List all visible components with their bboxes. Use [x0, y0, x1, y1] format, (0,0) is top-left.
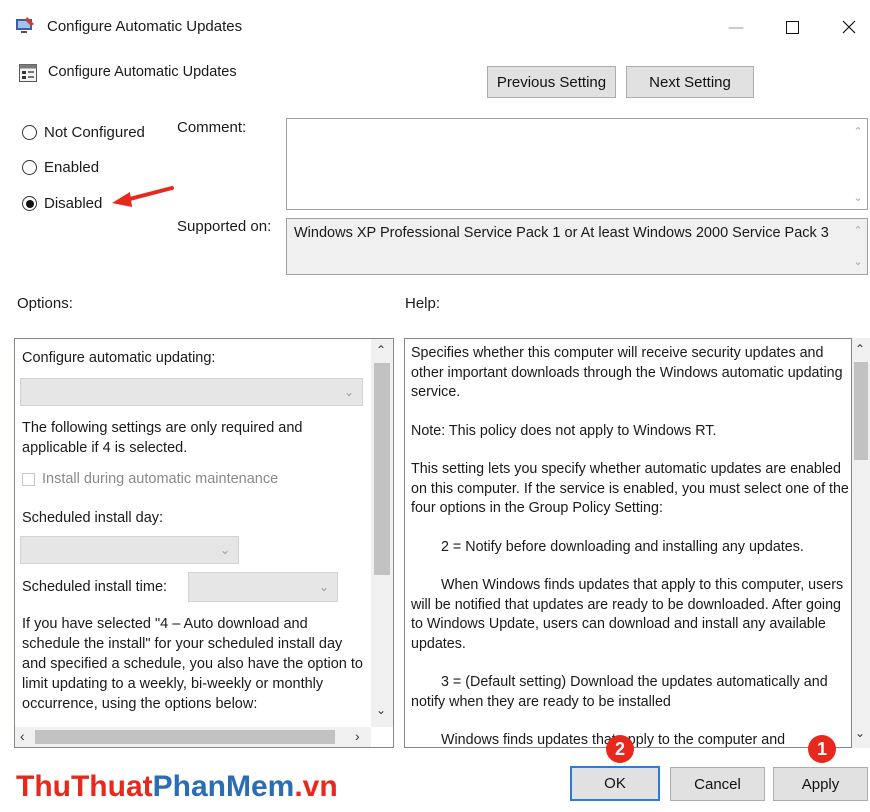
chevron-down-icon: ⌄	[219, 543, 230, 557]
radio-disabled[interactable]: Disabled	[22, 195, 102, 212]
watermark-part1: ThuThuat	[16, 770, 153, 803]
scroll-down-icon[interactable]: ⌄	[851, 191, 865, 204]
radio-circle-selected	[22, 196, 37, 211]
help-paragraph: Specifies whether this computer will rec…	[411, 345, 843, 400]
supported-field: Windows XP Professional Service Pack 1 o…	[286, 218, 868, 275]
radio-circle	[22, 160, 37, 175]
chevron-down-icon: ⌄	[343, 385, 354, 399]
help-paragraph: This setting lets you specify whether au…	[411, 461, 849, 516]
policy-icon	[18, 63, 38, 87]
help-paragraph: When Windows finds updates that apply to…	[411, 577, 844, 652]
maximize-button[interactable]	[769, 10, 815, 44]
app-icon	[14, 16, 36, 40]
help-heading: Help:	[405, 295, 441, 312]
apply-button[interactable]: Apply	[773, 767, 868, 801]
previous-setting-button[interactable]: Previous Setting	[487, 66, 616, 98]
options-vscrollbar[interactable]: ⌃ ⌄	[371, 339, 393, 727]
step-badge-apply: 1	[808, 735, 836, 763]
maintenance-checkbox-row[interactable]: Install during automatic maintenance	[22, 471, 278, 487]
maintenance-checkbox[interactable]	[22, 472, 35, 486]
radio-label: Disabled	[44, 195, 103, 212]
maintenance-label: Install during automatic maintenance	[42, 471, 279, 487]
next-setting-button[interactable]: Next Setting	[626, 66, 754, 98]
options-note: The following settings are only required…	[22, 420, 303, 456]
scroll-down-icon[interactable]: ⌄	[376, 703, 386, 717]
scroll-up-icon[interactable]: ⌃	[851, 125, 865, 138]
watermark-logo: ThuThuatPhanMem.vn	[16, 770, 338, 804]
red-arrow-icon	[106, 180, 176, 216]
options-panel: Configure automatic updating: ⌄ The foll…	[14, 338, 394, 748]
help-vscrollbar[interactable]: ⌃ ⌄	[852, 338, 870, 748]
scroll-up-icon[interactable]: ⌃	[376, 343, 386, 357]
radio-enabled[interactable]: Enabled	[22, 159, 99, 176]
comment-textarea[interactable]: ⌃ ⌄	[286, 118, 868, 210]
scroll-up-icon[interactable]: ⌃	[855, 342, 865, 356]
scroll-right-icon[interactable]: ›	[355, 728, 360, 744]
step-badge-ok: 2	[606, 735, 634, 763]
radio-not-configured[interactable]: Not Configured	[22, 124, 145, 141]
window-title: Configure Automatic Updates	[47, 18, 243, 35]
schedule-text: If you have selected "4 – Auto download …	[22, 616, 363, 712]
scroll-down-icon[interactable]: ⌄	[851, 255, 865, 268]
hscroll-thumb[interactable]	[35, 730, 335, 744]
help-paragraph: Note: This policy does not apply to Wind…	[411, 422, 717, 439]
radio-label: Not Configured	[44, 124, 145, 141]
radio-circle	[22, 125, 37, 140]
help-paragraph: 3 = (Default setting) Download the updat…	[411, 674, 828, 710]
options-hscrollbar[interactable]: ‹ ›	[15, 727, 371, 747]
help-content: Specifies whether this computer will rec…	[411, 344, 851, 747]
day-dropdown[interactable]: ⌄	[20, 536, 239, 564]
close-button[interactable]	[826, 10, 870, 44]
radio-label: Enabled	[44, 159, 100, 176]
options-heading: Options:	[17, 295, 73, 312]
title-bar: Configure Automatic Updates —	[0, 0, 870, 56]
minimize-button[interactable]: —	[713, 10, 759, 44]
day-label: Scheduled install day:	[22, 510, 164, 526]
scroll-down-icon[interactable]: ⌄	[855, 726, 865, 740]
help-paragraph: 2 = Notify before downloading and instal…	[441, 538, 804, 555]
ok-button[interactable]: OK	[570, 766, 660, 801]
configure-label: Configure automatic updating:	[22, 350, 216, 366]
time-dropdown[interactable]: ⌄	[188, 572, 338, 602]
cancel-button[interactable]: Cancel	[670, 767, 765, 801]
scroll-left-icon[interactable]: ‹	[20, 728, 25, 744]
chevron-down-icon: ⌄	[318, 580, 329, 594]
policy-title: Configure Automatic Updates	[48, 64, 237, 80]
configure-dropdown[interactable]: ⌄	[20, 378, 363, 406]
scroll-thumb[interactable]	[854, 362, 868, 460]
watermark-part3: .vn	[294, 770, 338, 803]
comment-label: Comment:	[177, 119, 247, 136]
help-panel: Specifies whether this computer will rec…	[404, 338, 852, 748]
supported-value: Windows XP Professional Service Pack 1 o…	[294, 225, 829, 241]
scroll-up-icon[interactable]: ⌃	[851, 224, 865, 237]
scroll-thumb[interactable]	[374, 363, 390, 575]
watermark-part2: PhanMem	[152, 770, 295, 803]
time-label: Scheduled install time:	[22, 579, 168, 595]
supported-label: Supported on:	[177, 218, 272, 235]
